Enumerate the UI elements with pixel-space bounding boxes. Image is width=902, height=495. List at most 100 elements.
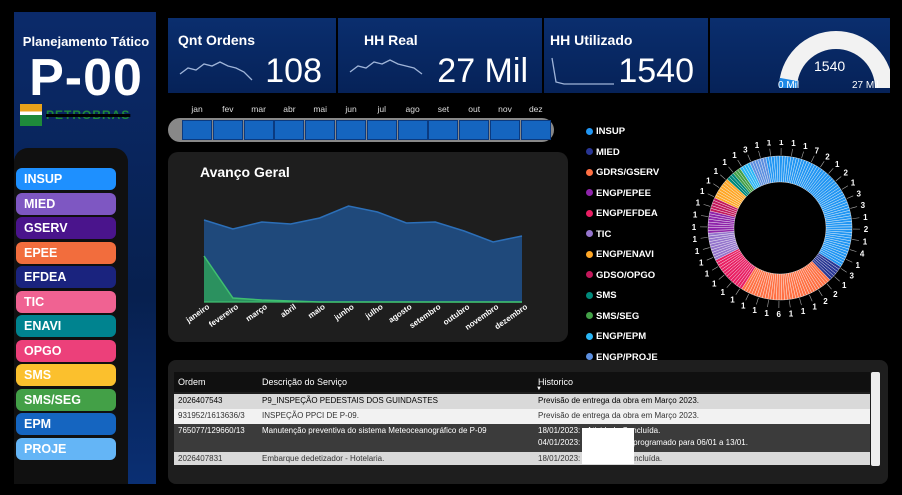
donut-data-label: 7 (815, 146, 820, 155)
donut-leader-line (707, 193, 715, 198)
sparkline-icon (551, 57, 614, 85)
legend-item[interactable]: ENGP/EPEE (586, 188, 651, 204)
table-cell-historico: Previsão de entrega da obra em Março 202… (538, 396, 699, 405)
legend-item[interactable]: SMS/SEG (586, 311, 639, 327)
table-cell-descricao: Manutenção preventiva do sistema Meteoce… (262, 426, 487, 435)
donut-data-label: 1 (706, 176, 711, 185)
month-cell-jun[interactable] (336, 120, 366, 140)
donut-leader-line (769, 148, 771, 156)
table-row[interactable]: 2026407831 Embarque dedetizador - Hotelar… (174, 452, 870, 465)
donut-leader-line (852, 239, 860, 241)
menu-item-sms-seg[interactable]: SMS/SEG (16, 388, 116, 411)
donut-data-label: 1 (812, 303, 817, 312)
table-row[interactable]: 765077/129660/13 Manutenção preventiva do… (174, 424, 870, 452)
menu-item-efdea[interactable]: EFDEA (16, 266, 116, 288)
table-row[interactable]: 2026407543 P9_INSPEÇÃO PEDESTAIS DOS GUIN… (174, 394, 870, 409)
donut-data-label: 2 (825, 152, 830, 161)
donut-data-label: 1 (705, 269, 710, 278)
donut-data-label: 2 (844, 169, 849, 178)
menu-item-insup[interactable]: INSUP (16, 168, 116, 190)
donut-leader-line (835, 176, 842, 182)
sparkline-icon (179, 61, 253, 81)
column-header[interactable]: Descrição do Serviço (258, 372, 534, 392)
kpi-title: HH Real (364, 32, 418, 48)
brand-text: PETROBRAS (46, 108, 131, 122)
table-cell-descricao: P9_INSPEÇÃO PEDESTAIS DOS GUINDASTES (262, 396, 438, 405)
month-label: jul (377, 104, 387, 114)
month-cell-mar[interactable] (243, 120, 274, 140)
legend-item[interactable]: GDRS/GSERV (586, 167, 659, 183)
legend-label: MIED (596, 146, 620, 158)
donut-leader-line (718, 274, 725, 280)
sort-arrow-icon[interactable]: ▼ (536, 386, 542, 392)
table-row[interactable]: 931952/1613636/3 INSPEÇÃO PPCI DE P-09. Pr… (174, 409, 870, 424)
table-cell-historico: Previsão de entrega da obra em Março 202… (538, 411, 699, 420)
kpi-title: Qnt Ordens (178, 32, 256, 48)
donut-leader-line (852, 217, 860, 219)
month-cell-jan[interactable] (182, 120, 212, 140)
month-cell-mai[interactable] (305, 120, 336, 140)
donut-data-label: 1 (851, 179, 856, 188)
menu-item-mied[interactable]: MIED (16, 192, 116, 215)
month-cell-out[interactable] (459, 120, 490, 140)
month-cell-dez[interactable] (520, 120, 551, 140)
menu-item-enavi[interactable]: ENAVI (16, 315, 116, 337)
column-header[interactable]: Ordem (174, 372, 258, 392)
month-cell-abr[interactable] (274, 120, 305, 140)
area-series-0 (204, 206, 522, 302)
donut-data-label: 1 (803, 142, 808, 151)
month-slicer[interactable]: jan fev mar abr mai jun jul ago set out nov dez (168, 104, 554, 144)
donut-data-label: 1 (722, 158, 727, 167)
legend-item[interactable]: MIED (586, 147, 620, 163)
legend-item[interactable]: ENGP/EFDEA (586, 208, 658, 224)
legend-dot-icon (586, 271, 593, 279)
legend-dot-icon (586, 209, 593, 217)
x-tick-label: dezembro (493, 302, 529, 331)
column-header[interactable]: Historico (534, 372, 854, 392)
table-scrollbar[interactable] (871, 372, 880, 466)
legend-item[interactable]: TIC (586, 229, 611, 245)
donut-data-label: 1 (692, 223, 697, 232)
menu-item-opgo[interactable]: OPGO (16, 339, 116, 362)
donut-data-label: 1 (730, 296, 735, 305)
month-cell-fev[interactable] (212, 120, 243, 140)
legend-item[interactable]: INSUP (586, 126, 625, 142)
donut-leader-line (700, 237, 708, 239)
legend-item[interactable]: ENGP/EPM (586, 331, 646, 347)
table-cell-ordem: 931952/1613636/3 (178, 411, 245, 420)
month-cell-jul[interactable] (366, 120, 397, 140)
month-cell-set[interactable] (428, 120, 459, 140)
donut-data-label: 3 (743, 145, 748, 154)
x-tick-label: fevereiro (207, 302, 240, 329)
donut-leader-line (828, 168, 834, 174)
menu-item-epm[interactable]: EPM (16, 413, 116, 435)
donut-data-label: 1 (767, 140, 772, 148)
donut-data-label: 1 (842, 281, 847, 290)
month-label: jun (345, 104, 357, 114)
menu-item-sms[interactable]: SMS (16, 364, 116, 386)
menu-item-proje[interactable]: PROJE (16, 437, 116, 460)
platform-code-title: P-00 (29, 49, 143, 107)
donut-leader-line (849, 249, 857, 252)
menu-item-gserv[interactable]: GSERV (16, 217, 116, 239)
month-label: out (468, 104, 481, 114)
menu-item-tic[interactable]: TIC (16, 290, 116, 313)
menu-item-epee[interactable]: EPEE (16, 241, 116, 264)
legend-item[interactable]: ENGP/ENAVI (586, 249, 654, 265)
donut-leader-line (735, 288, 740, 295)
donut-data-label: 1 (741, 302, 746, 311)
orders-table-card: Ordem Descrição do Serviço Historico ▼ 20264… (168, 360, 888, 484)
month-cell-ago[interactable] (397, 120, 428, 140)
gauge-min: 0 Mil (778, 80, 800, 91)
x-tick-label: setembro (408, 302, 443, 330)
legend-label: ENGP/EPM (596, 331, 647, 342)
month-cell-nov[interactable] (490, 120, 520, 140)
month-label: mai (313, 104, 328, 114)
kpi-title: HH Utilizado (550, 32, 633, 48)
legend-item[interactable]: SMS (586, 290, 617, 306)
legend-item[interactable]: GDSO/OPGO (586, 270, 655, 286)
donut-data-label: 1 (692, 235, 697, 244)
donut-leader-line (789, 300, 791, 308)
donut-data-label: 4 (860, 249, 865, 258)
donut-leader-line (850, 206, 858, 209)
